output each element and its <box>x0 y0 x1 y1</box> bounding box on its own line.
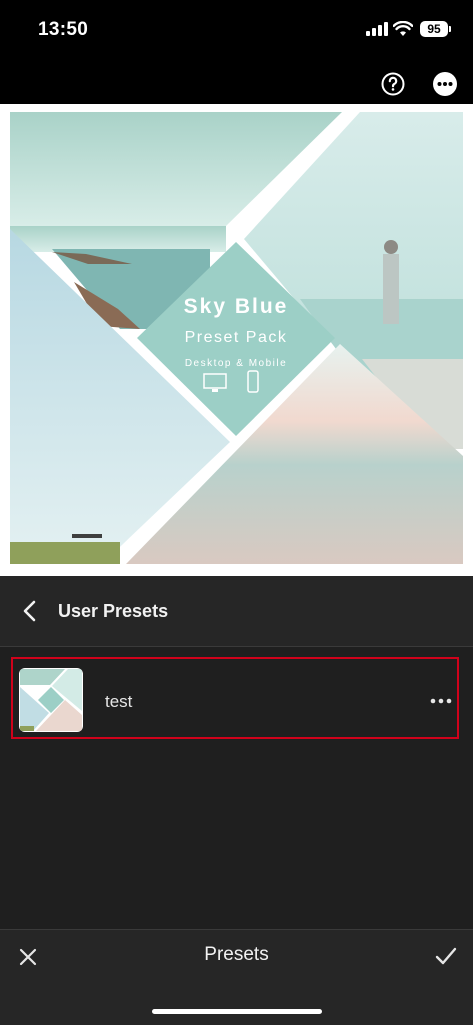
more-circle-icon[interactable] <box>433 72 457 96</box>
photo-preview[interactable]: Sky Blue Preset Pack Desktop & Mobile <box>0 104 473 576</box>
wifi-icon <box>393 21 413 36</box>
bottom-title: Presets <box>204 944 269 965</box>
preset-thumbnail <box>19 668 83 732</box>
preset-name: test <box>105 692 133 711</box>
battery-tip <box>449 26 451 32</box>
preset-pack-image: Sky Blue Preset Pack Desktop & Mobile <box>0 104 473 576</box>
more-icon[interactable] <box>429 692 453 710</box>
cellular-signal-icon <box>366 22 388 36</box>
pack-caption: Desktop & Mobile <box>185 358 287 369</box>
home-indicator[interactable] <box>152 1009 322 1014</box>
status-time: 13:50 <box>38 19 89 40</box>
pack-subtitle: Preset Pack <box>185 329 288 346</box>
chevron-left-icon[interactable] <box>20 600 40 622</box>
pack-title: Sky Blue <box>184 295 289 318</box>
checkmark-icon[interactable] <box>435 946 457 966</box>
panel-title: User Presets <box>58 601 169 621</box>
help-circle-icon[interactable] <box>381 72 405 96</box>
battery-indicator: 95 <box>420 21 448 37</box>
